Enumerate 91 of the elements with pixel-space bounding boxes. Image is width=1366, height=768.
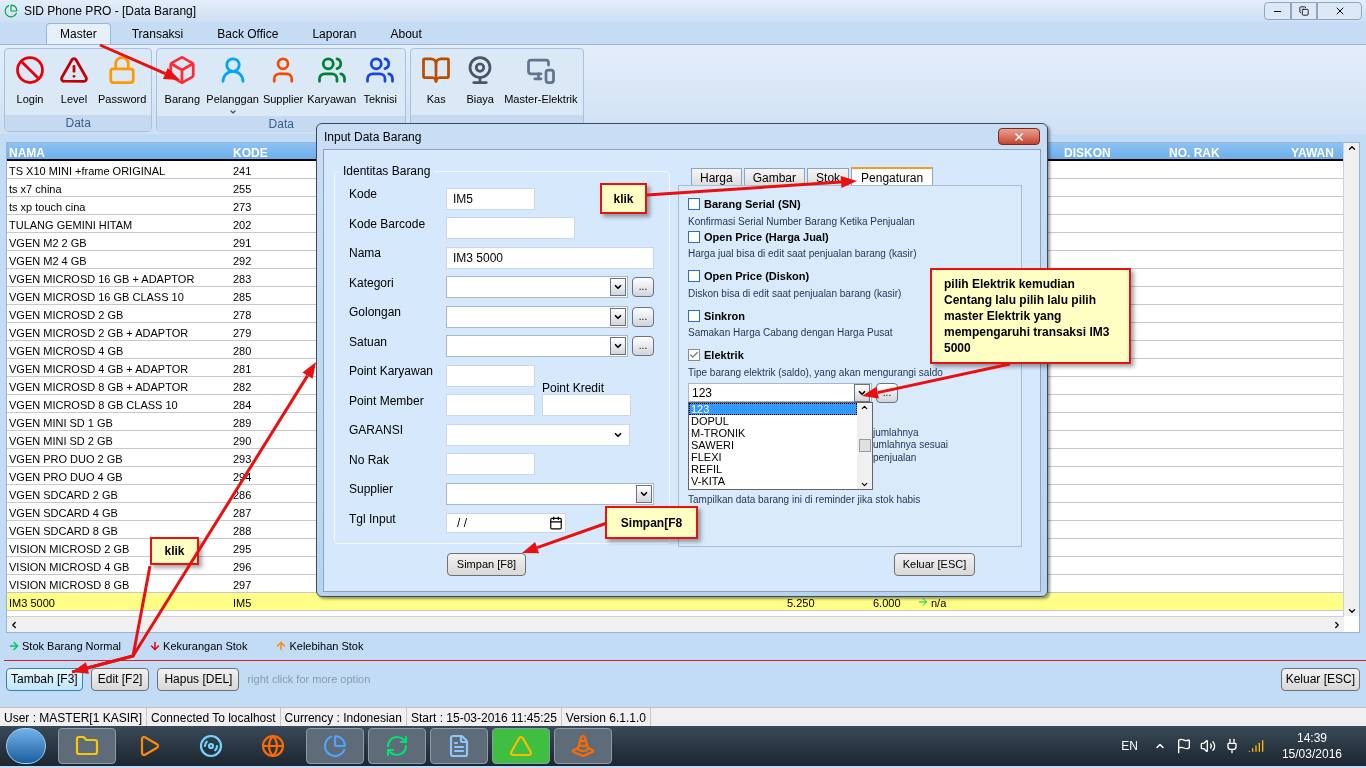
table-cell-text: 279: [233, 326, 252, 341]
field-label: No Rak: [349, 451, 390, 469]
table-cell-text: VISION MICROSD 2 GB: [9, 542, 130, 557]
table-cell-text: 280: [233, 344, 252, 359]
option-description: Konfirmasi Serial Number Barang Ketika Penjualan: [688, 214, 915, 229]
table-cell-text: 255: [233, 182, 252, 197]
table-cell-text: TS X10 MINI +frame ORIGINAL: [9, 164, 166, 179]
field-label: GARANSI: [349, 422, 404, 439]
table-cell-text: VGEN MICROSD 4 GB + ADAPTOR: [9, 362, 189, 377]
table-cell-text: 287: [233, 506, 252, 521]
table-cell-text: ts xp touch cina: [9, 200, 86, 215]
table-cell-text: VGEN MINI SD 1 GB: [9, 416, 113, 431]
table-cell-text: 5.250: [787, 596, 815, 611]
field-label: Point Karyawan: [349, 363, 435, 380]
table-cell-text: VISION MICROSD 8 GB: [9, 578, 130, 593]
hint-text: right click for more option: [247, 671, 371, 687]
option-description: umlahnya sesuai: [873, 439, 949, 452]
table-cell-text: VGEN MICROSD 16 GB + ADAPTOR: [9, 272, 195, 287]
table-cell-text: VGEN M2 2 GB: [9, 236, 87, 251]
table-cell-text: 292: [233, 254, 252, 269]
table-cell-text: VGEN PRO DUO 2 GB: [9, 452, 123, 467]
table-cell-text: 282: [233, 380, 252, 395]
table-cell-text: 296: [233, 560, 252, 575]
option-description: jumlahnya: [873, 426, 919, 439]
option-description: Diskon bisa di edit saat penjualan barang (kasir): [688, 286, 902, 301]
table-cell-text: VGEN MICROSD 2 GB + ADAPTOR: [9, 326, 189, 341]
table-cell-text: VGEN MICROSD 2 GB: [9, 308, 124, 323]
field-label: Supplier: [349, 481, 395, 498]
field-label: Golongan: [349, 304, 403, 321]
callout: klik: [150, 537, 199, 565]
option-description: penjualan: [873, 451, 917, 464]
group-title: Identitas Barang: [342, 163, 432, 180]
table-cell-text: VGEN SDCARD 8 GB: [9, 524, 118, 539]
option-description: Tampilkan data barang ini di reminder jika stok habis: [688, 493, 921, 507]
table-cell-text: 288: [233, 524, 252, 539]
field-label: Kode Barcode: [349, 215, 427, 233]
option-description: Samakan Harga Cabang dengan Harga Pusat: [688, 326, 893, 340]
table-cell-text: 285: [233, 290, 252, 305]
legend-label: Kekurangan Stok: [163, 638, 248, 654]
table-cell-text: VGEN M2 4 GB: [9, 254, 87, 269]
field-label: Kategori: [349, 274, 395, 292]
field-label: Satuan: [349, 333, 389, 351]
table-cell-text: VISION MICROSD 4 GB: [9, 560, 130, 575]
table-cell-text: 297: [233, 578, 252, 593]
option-description: Tipe barang elektrik (saldo), yang akan mengurangi saldo: [688, 365, 943, 380]
callout: pilih Elektrik kemudian Centang lalu pilih lalu pilih master Elektrik yang mempengaruhi transaksi IM3 5000: [930, 268, 1131, 364]
table-cell-text: VGEN SDCARD 2 GB: [9, 488, 118, 503]
option-label: Sinkron: [704, 308, 745, 324]
table-cell-text: TULANG GEMINI HITAM: [9, 218, 133, 233]
table-cell-text: 278: [233, 308, 252, 323]
table-cell-text: 295: [233, 542, 252, 557]
callout: Simpan[F8: [605, 506, 698, 539]
legend-label: Stok Barang Normal: [22, 638, 122, 654]
table-cell-text: VGEN PRO DUO 4 GB: [9, 470, 123, 485]
table-cell-text: 291: [233, 236, 252, 251]
table-cell-text: IM3 5000: [9, 596, 55, 611]
table-cell-text: VGEN MICROSD 8 GB CLASS 10: [9, 398, 178, 413]
field-label: Nama: [349, 245, 382, 262]
table-cell-text: VGEN MICROSD 16 GB CLASS 10: [9, 290, 184, 305]
table-cell-text: ts x7 china: [9, 182, 62, 197]
table-cell-text: VGEN MICROSD 8 GB + ADAPTOR: [9, 380, 189, 395]
table-cell-text: VGEN MINI SD 2 GB: [9, 434, 113, 449]
callout: klik: [600, 183, 647, 214]
table-cell-text: 293: [233, 452, 252, 467]
group-label: Data: [65, 115, 91, 132]
table-cell-text: 6.000: [873, 596, 901, 611]
option-description: Harga jual bisa di edit saat penjualan barang (kasir): [688, 247, 917, 261]
table-cell-text: n/a: [931, 596, 947, 611]
option-label: Elektrik: [704, 348, 744, 363]
group-label: Data: [268, 115, 294, 133]
field-label: Tgl Input: [349, 510, 397, 528]
field-label: Kode: [349, 186, 379, 203]
field-label: Point Kredit: [542, 379, 605, 397]
dialog-title: Input Data Barang: [324, 128, 422, 146]
window-title: SID Phone PRO - [Data Barang]: [24, 3, 197, 20]
table-cell-text: 273: [233, 200, 252, 215]
table-cell-text: 284: [233, 398, 252, 413]
table-cell-text: VGEN SDCARD 4 GB: [9, 506, 118, 521]
option-label: Open Price (Diskon): [704, 269, 810, 284]
table-cell-text: 202: [233, 218, 252, 233]
table-cell-text: IM5: [233, 596, 252, 611]
option-label: Barang Serial (SN): [704, 197, 801, 212]
table-cell-text: 289: [233, 416, 252, 431]
option-label: Open Price (Harga Jual): [704, 229, 829, 245]
field-label: Point Member: [349, 392, 425, 410]
table-cell-text: VGEN MICROSD 4 GB: [9, 344, 124, 359]
table-cell-text: 283: [233, 272, 252, 287]
legend-label: Kelebihan Stok: [289, 638, 364, 654]
table-cell-text: 281: [233, 362, 252, 377]
table-cell-text: 241: [233, 164, 252, 179]
table-cell-text: 290: [233, 434, 252, 449]
